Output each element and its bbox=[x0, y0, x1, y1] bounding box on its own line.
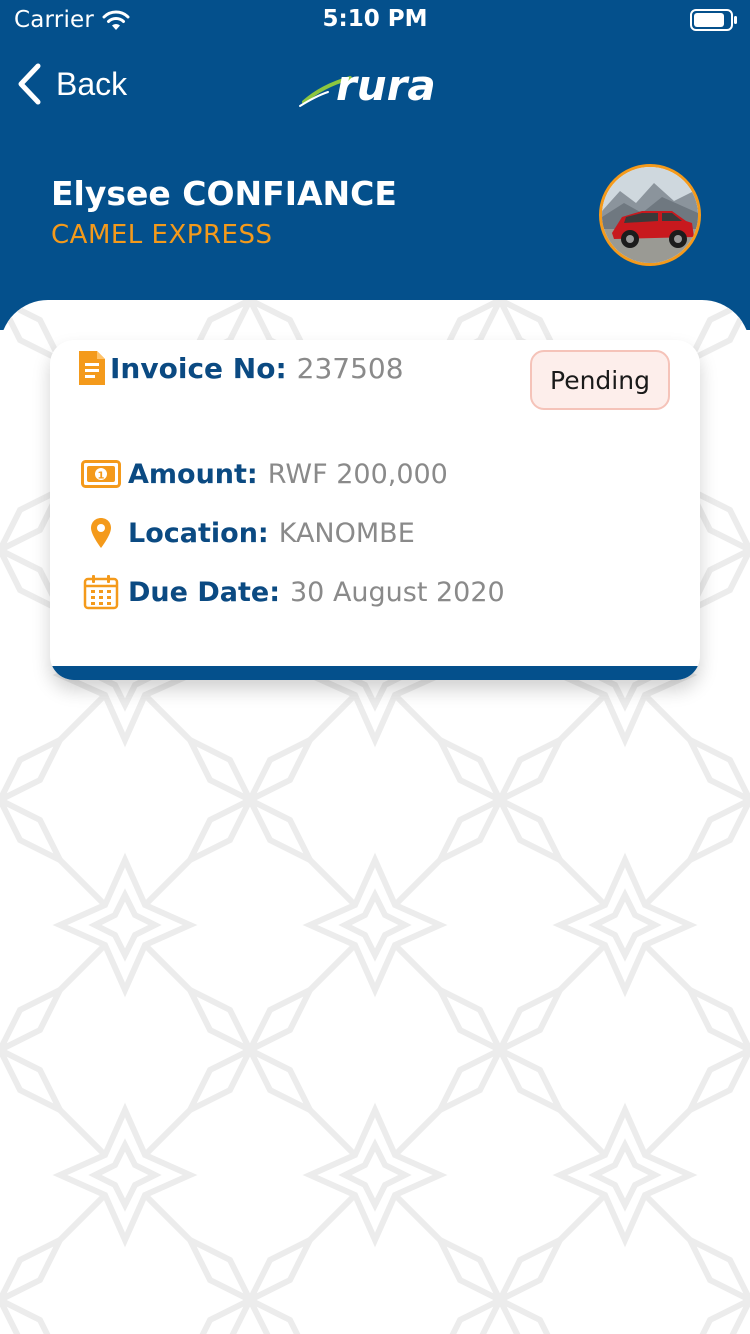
car-photo-icon bbox=[602, 167, 698, 263]
due-date-value: 30 August 2020 bbox=[290, 576, 505, 608]
map-pin-icon bbox=[91, 518, 111, 548]
card-footer-bar bbox=[50, 666, 700, 680]
amount-row: 1 Amount: RWF 200,000 bbox=[78, 454, 448, 494]
content-panel: Invoice No: 237508 Pending 1 Amount: RWF… bbox=[0, 300, 750, 1334]
profile-section: Elysee CONFIANCE CAMEL EXPRESS bbox=[0, 160, 750, 270]
location-row: Location: KANOMBE bbox=[78, 513, 415, 553]
rura-logo: rura bbox=[299, 61, 436, 110]
invoice-number-value: 237508 bbox=[296, 351, 404, 385]
battery-icon bbox=[690, 9, 737, 31]
avatar[interactable] bbox=[599, 164, 701, 266]
header: Carrier 5:10 PM Back rura Elysee CONFIAN… bbox=[0, 0, 750, 330]
invoice-number-row: Invoice No: 237508 bbox=[78, 350, 404, 386]
navigation-bar: Back rura bbox=[0, 44, 750, 124]
document-icon bbox=[79, 351, 105, 385]
due-date-row: Due Date: 30 August 2020 bbox=[78, 572, 505, 612]
calendar-icon bbox=[83, 575, 119, 610]
invoice-card[interactable]: Invoice No: 237508 Pending 1 Amount: RWF… bbox=[50, 340, 700, 680]
clock: 5:10 PM bbox=[322, 6, 428, 32]
back-label: Back bbox=[56, 65, 128, 102]
svg-text:rura: rura bbox=[336, 61, 436, 110]
due-date-label: Due Date: bbox=[128, 576, 280, 608]
amount-value: RWF 200,000 bbox=[267, 458, 448, 490]
invoice-number-label: Invoice No: bbox=[110, 351, 287, 385]
user-name: Elysee CONFIANCE bbox=[51, 174, 397, 213]
status-bar: Carrier 5:10 PM bbox=[0, 0, 750, 40]
amount-label: Amount: bbox=[128, 458, 258, 490]
back-button[interactable]: Back bbox=[16, 60, 127, 108]
location-label: Location: bbox=[128, 517, 269, 549]
location-value: KANOMBE bbox=[278, 517, 415, 549]
cash-icon: 1 bbox=[81, 460, 121, 488]
chevron-left-icon bbox=[18, 63, 41, 105]
company-name: CAMEL EXPRESS bbox=[51, 220, 273, 250]
svg-text:1: 1 bbox=[98, 471, 105, 482]
status-badge: Pending bbox=[530, 350, 670, 410]
